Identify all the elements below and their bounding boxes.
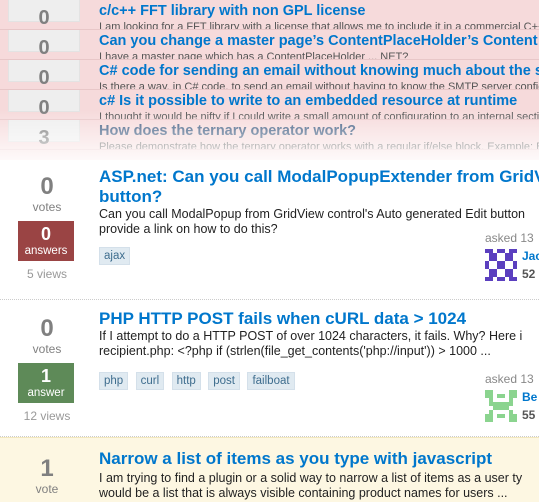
user-avatar-icon[interactable]	[485, 249, 517, 281]
excerpt-line: would be a list that is always visible c…	[99, 486, 508, 500]
asked-time: asked 13	[485, 372, 534, 386]
question-excerpt: Can you call ModalPopup from GridView co…	[99, 207, 525, 237]
question-excerpt: Please demonstrate how the ternary opera…	[99, 141, 539, 150]
question-title-link[interactable]: Can you change a master page’s ContentPl…	[99, 33, 539, 49]
compact-question-row[interactable]: 0 Can you change a master page’s Content…	[0, 30, 539, 60]
answer-label: answers	[24, 245, 68, 257]
answer-count: 0	[8, 90, 80, 119]
vote-label: votes	[32, 200, 62, 214]
question-title-link[interactable]: ASP.net: Can you call ModalPopupExtender…	[99, 167, 539, 207]
answer-label: answer	[27, 387, 65, 399]
compact-question-row[interactable]: 0 c# Is it possible to write to an embed…	[0, 90, 539, 120]
excerpt-line: If I attempt to do a HTTP POST of over 1…	[99, 329, 523, 343]
answer-count-box: 1 answer	[18, 363, 74, 403]
question-title-link[interactable]: How does the ternary operator work?	[99, 123, 356, 139]
user-reputation: 52	[522, 267, 536, 281]
tag-post[interactable]: post	[208, 372, 241, 390]
question-title-line[interactable]: ASP.net: Can you call ModalPopupExtender…	[99, 167, 539, 187]
tag-php[interactable]: php	[99, 372, 129, 390]
question-excerpt: I am looking for a FFT library with a li…	[99, 21, 539, 30]
question-title-link[interactable]: c/c++ FFT library with non GPL license	[99, 3, 365, 19]
excerpt-line: I am trying to find a plugin or a solid …	[99, 471, 523, 485]
compact-question-row[interactable]: 3 How does the ternary operator work? Pl…	[0, 120, 539, 150]
vote-label: votes	[32, 342, 62, 356]
question-title-line[interactable]: button?	[99, 187, 539, 207]
vote-number: 0	[40, 173, 54, 200]
question-summary: 1 vote Narrow a list of items as you typ…	[0, 437, 539, 502]
answer-number: 1	[40, 366, 51, 386]
answer-count-box: 0 answers	[18, 221, 74, 261]
user-name-link[interactable]: Jac	[522, 249, 539, 263]
tag-http[interactable]: http	[171, 372, 201, 390]
tag-list: ajax	[99, 246, 133, 265]
question-excerpt: Is there a way, in C# code, to send an e…	[99, 81, 539, 90]
tag-list: php curl http post failboat	[99, 371, 298, 390]
answer-count: 0	[8, 60, 80, 89]
vote-count: 1 vote	[18, 455, 76, 497]
related-questions-list: 0 c/c++ FFT library with non GPL license…	[0, 0, 539, 160]
tag-ajax[interactable]: ajax	[99, 247, 131, 265]
compact-question-row[interactable]: 0 C# code for sending an email without k…	[0, 60, 539, 90]
question-title-link[interactable]: Narrow a list of items as you type with …	[99, 449, 492, 469]
tag-curl[interactable]: curl	[135, 372, 165, 390]
question-summary: 0 votes 1 answer 12 views PHP HTTP POST …	[0, 300, 539, 437]
vote-count: 0 votes	[18, 315, 76, 357]
answer-count: 0	[8, 30, 80, 59]
question-title-link[interactable]: C# code for sending an email without kno…	[99, 63, 539, 79]
question-excerpt: I am trying to find a plugin or a solid …	[99, 471, 522, 501]
vote-number: 1	[40, 455, 54, 482]
excerpt-line: recipient.php: <?php if (strlen(file_get…	[99, 344, 491, 358]
excerpt-line: Can you call ModalPopup from GridView co…	[99, 207, 526, 221]
compact-question-row[interactable]: 0 c/c++ FFT library with non GPL license…	[0, 0, 539, 30]
asked-time: asked 13	[485, 231, 534, 245]
question-excerpt: If I attempt to do a HTTP POST of over 1…	[99, 329, 522, 359]
answer-count: 0	[8, 0, 80, 29]
vote-number: 0	[40, 315, 54, 342]
answer-number: 0	[40, 224, 51, 244]
question-summary: 0 votes 0 answers 5 views ASP.net: Can y…	[0, 160, 539, 300]
question-excerpt: I thought it would be nifty if I could w…	[99, 111, 539, 120]
view-count: 5 views	[26, 267, 67, 281]
vote-count: 0 votes	[18, 173, 76, 215]
view-count: 12 views	[23, 409, 71, 423]
vote-label: vote	[35, 482, 59, 496]
excerpt-line: provide a link on how to do this?	[99, 222, 278, 236]
user-name-link[interactable]: Be	[522, 390, 537, 404]
user-avatar-icon[interactable]	[485, 390, 517, 422]
question-excerpt: I have a master page which has a Content…	[99, 51, 409, 60]
tag-failboat[interactable]: failboat	[247, 372, 295, 390]
user-reputation: 55	[522, 408, 536, 422]
question-title-link[interactable]: PHP HTTP POST fails when cURL data > 102…	[99, 309, 466, 329]
question-title-link[interactable]: c# Is it possible to write to an embedde…	[99, 93, 517, 109]
answer-count: 3	[8, 120, 80, 149]
